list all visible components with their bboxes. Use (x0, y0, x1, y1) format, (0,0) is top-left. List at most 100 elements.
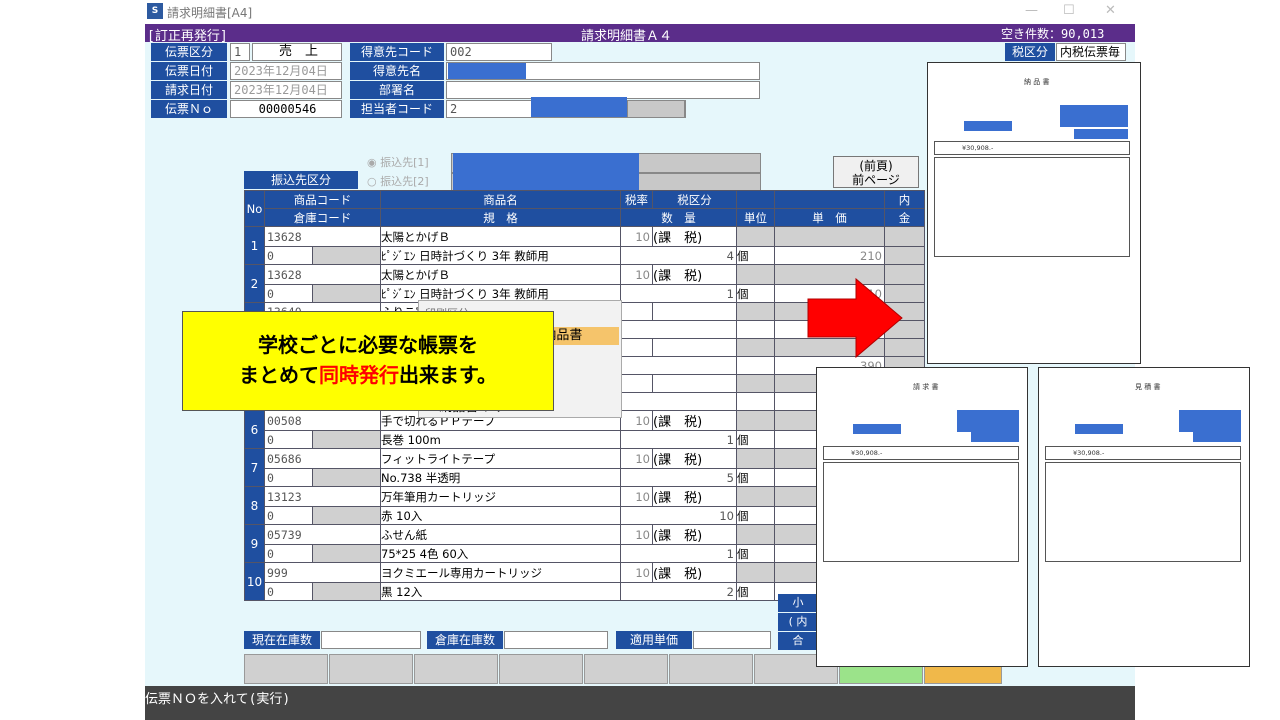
warehouse-code-cell[interactable]: 0 (264, 246, 313, 265)
close-icon[interactable]: ✕ (1105, 3, 1116, 18)
redacted-block (1193, 432, 1241, 442)
function-button-2[interactable] (329, 654, 413, 684)
tax-rate-cell[interactable]: 10 (620, 524, 653, 545)
unit-cell: 個 (736, 430, 775, 449)
function-button-6[interactable] (669, 654, 753, 684)
product-name-cell[interactable]: ふせん紙 (380, 524, 621, 545)
function-button-3[interactable] (414, 654, 498, 684)
maximize-icon[interactable]: ☐ (1063, 3, 1075, 18)
slip-kind-label: 伝票区分 (151, 43, 227, 61)
window-title: 請求明細書[A4] (167, 6, 253, 20)
warehouse-code-cell[interactable]: 0 (264, 506, 313, 525)
tax-class-cell[interactable]: (課 税) (652, 410, 737, 431)
quantity-cell[interactable]: 10 (620, 506, 737, 525)
blank-cell (736, 486, 775, 507)
prev-page-button[interactable]: (前頁) 前ページ (833, 156, 919, 188)
tax-class-cell[interactable]: (課 税) (652, 524, 737, 545)
slip-kind-code[interactable]: 1 (230, 43, 250, 61)
warehouse-code-cell[interactable]: 0 (264, 468, 313, 487)
warehouse-code-cell[interactable]: 0 (264, 284, 313, 303)
current-stock-field (321, 631, 421, 649)
tax-rate-cell[interactable]: 10 (620, 562, 653, 583)
quantity-cell[interactable]: 2 (620, 582, 737, 601)
unit-price-cell[interactable]: 210 (774, 246, 885, 265)
product-code-cell[interactable]: 05686 (264, 448, 381, 469)
tax-class-cell[interactable]: (課 税) (652, 226, 737, 247)
product-name-cell[interactable]: ヨクミエール専用カートリッジ (380, 562, 621, 583)
header-product-code: 商品コード (264, 190, 381, 209)
warehouse-code-cell[interactable]: 0 (264, 544, 313, 563)
product-code-cell[interactable]: 13628 (264, 226, 381, 247)
tax-rate-cell[interactable] (620, 302, 653, 321)
tax-class-cell[interactable]: (課 税) (652, 264, 737, 285)
callout-text-a: まとめて (239, 363, 319, 387)
slip-kind-value: 売 上 (252, 43, 342, 61)
redacted-block (964, 121, 1012, 131)
warehouse-code-cell[interactable]: 0 (264, 430, 313, 449)
quantity-cell[interactable]: 1 (620, 430, 737, 449)
function-button-4[interactable] (499, 654, 583, 684)
tax-rate-cell[interactable] (620, 374, 653, 393)
row-number: 7 (244, 448, 265, 487)
tax-rate-cell[interactable]: 10 (620, 410, 653, 431)
warehouse-stock-field (504, 631, 608, 649)
warehouse-code-cell[interactable]: 0 (264, 582, 313, 601)
product-code-cell[interactable]: 999 (264, 562, 381, 583)
product-code-cell[interactable]: 13123 (264, 486, 381, 507)
blank-cell (736, 226, 775, 247)
function-button-1[interactable] (244, 654, 328, 684)
redacted-block (448, 63, 526, 79)
product-name-cell[interactable]: フィットライトテープ (380, 448, 621, 469)
tax-rate-cell[interactable]: 10 (620, 226, 653, 247)
customer-code-input[interactable]: 002 (446, 43, 552, 61)
tax-class-cell[interactable]: (課 税) (652, 448, 737, 469)
redacted-block (957, 410, 1019, 432)
warehouse-name-cell (312, 544, 381, 563)
row-number: 10 (244, 562, 265, 601)
unit-cell (736, 356, 775, 375)
transfer-option-2[interactable]: ○ 振込先[2] (367, 173, 429, 189)
quantity-cell[interactable]: 1 (620, 544, 737, 563)
blank-cell (736, 302, 775, 321)
tax-rate-cell[interactable]: 10 (620, 448, 653, 469)
minimize-icon[interactable]: — (1025, 3, 1038, 18)
redacted-block (1075, 424, 1123, 434)
redacted-block (1179, 410, 1241, 432)
product-code-cell[interactable]: 05739 (264, 524, 381, 545)
product-name-cell[interactable]: 万年筆用カートリッジ (380, 486, 621, 507)
quantity-cell[interactable] (620, 356, 737, 375)
tax-rate-cell[interactable]: 10 (620, 486, 653, 507)
redacted-block (1074, 129, 1128, 139)
product-code-cell[interactable]: 13628 (264, 264, 381, 285)
department-label: 部署名 (350, 81, 444, 99)
tax-class-cell[interactable]: (課 税) (652, 562, 737, 583)
quantity-cell[interactable]: 4 (620, 246, 737, 265)
quantity-cell[interactable]: 1 (620, 284, 737, 303)
function-button-5[interactable] (584, 654, 668, 684)
product-code-cell[interactable]: 00508 (264, 410, 381, 431)
doc-lines-box (1045, 462, 1241, 562)
tax-rate-cell[interactable] (620, 338, 653, 357)
unit-cell (736, 320, 775, 339)
tax-class-value[interactable]: 内税伝票毎 (1056, 43, 1126, 61)
product-name-cell[interactable]: 太陽とかげＢ (380, 226, 621, 247)
header-amount: 金 (884, 208, 925, 227)
product-name-cell[interactable]: 太陽とかげＢ (380, 264, 621, 285)
unit-cell: 個 (736, 506, 775, 525)
bill-date-input[interactable]: 2023年12月04日 (230, 81, 342, 99)
quantity-cell[interactable] (620, 392, 737, 411)
slip-date-input[interactable]: 2023年12月04日 (230, 62, 342, 80)
header-blank (774, 190, 885, 209)
slip-no-input[interactable]: 00000546 (230, 100, 342, 118)
quantity-cell[interactable] (620, 320, 737, 339)
tax-class-cell[interactable] (652, 374, 737, 393)
tax-class-cell[interactable]: (課 税) (652, 486, 737, 507)
transfer-option-1[interactable]: ◉ 振込先[1] (367, 154, 429, 170)
tax-class-cell[interactable] (652, 302, 737, 321)
blank-cell (736, 524, 775, 545)
quantity-cell[interactable]: 5 (620, 468, 737, 487)
doc-lines-box (934, 157, 1130, 257)
spec-cell: No.738 半透明 (380, 468, 621, 487)
tax-class-cell[interactable] (652, 338, 737, 357)
tax-rate-cell[interactable]: 10 (620, 264, 653, 285)
